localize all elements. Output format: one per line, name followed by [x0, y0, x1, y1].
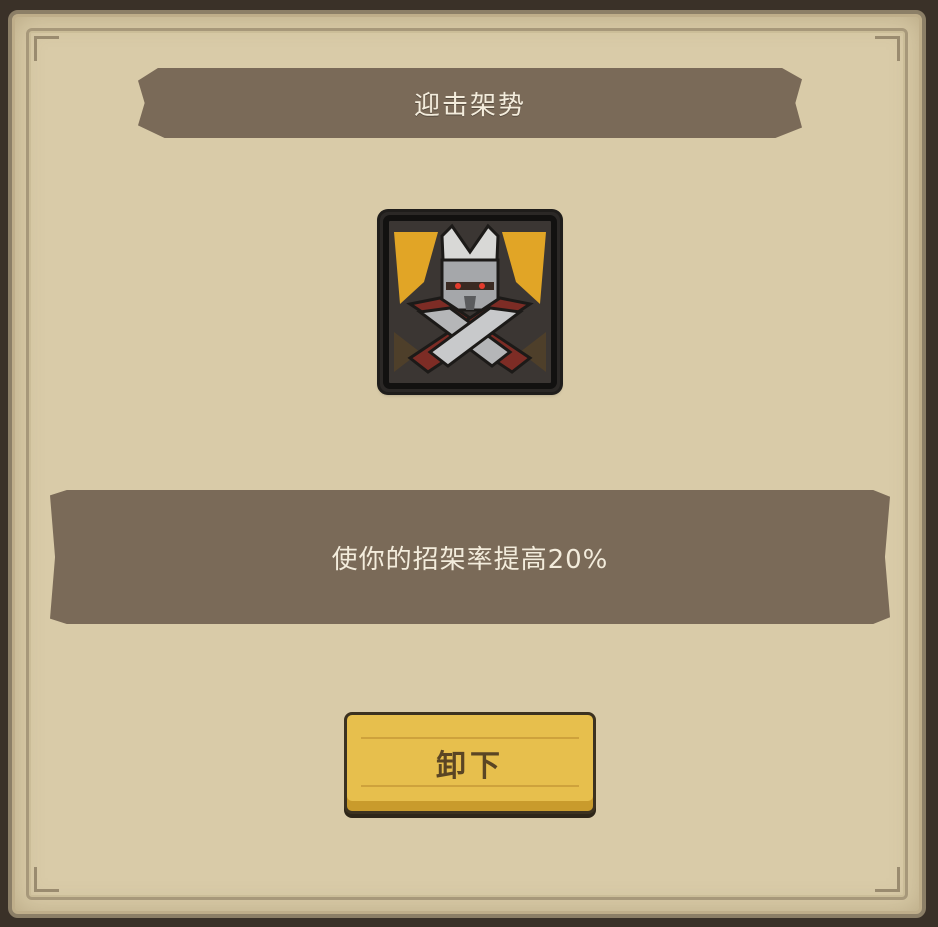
frame-corner-ornament — [875, 36, 900, 61]
title-banner: 迎击架势 — [138, 68, 802, 138]
parry-stance-icon — [380, 212, 560, 392]
frame-corner-ornament — [34, 867, 59, 892]
unequip-button[interactable]: 卸下 — [344, 712, 596, 814]
description-banner: 使你的招架率提高20% — [50, 490, 890, 624]
button-wood-grain — [361, 737, 579, 739]
skill-title: 迎击架势 — [413, 90, 526, 121]
frame-corner-ornament — [875, 867, 900, 892]
unequip-button-label: 卸下 — [436, 749, 504, 784]
button-wood-grain — [361, 785, 579, 787]
skill-description: 使你的招架率提高20% — [331, 544, 609, 575]
frame-corner-ornament — [34, 36, 59, 61]
